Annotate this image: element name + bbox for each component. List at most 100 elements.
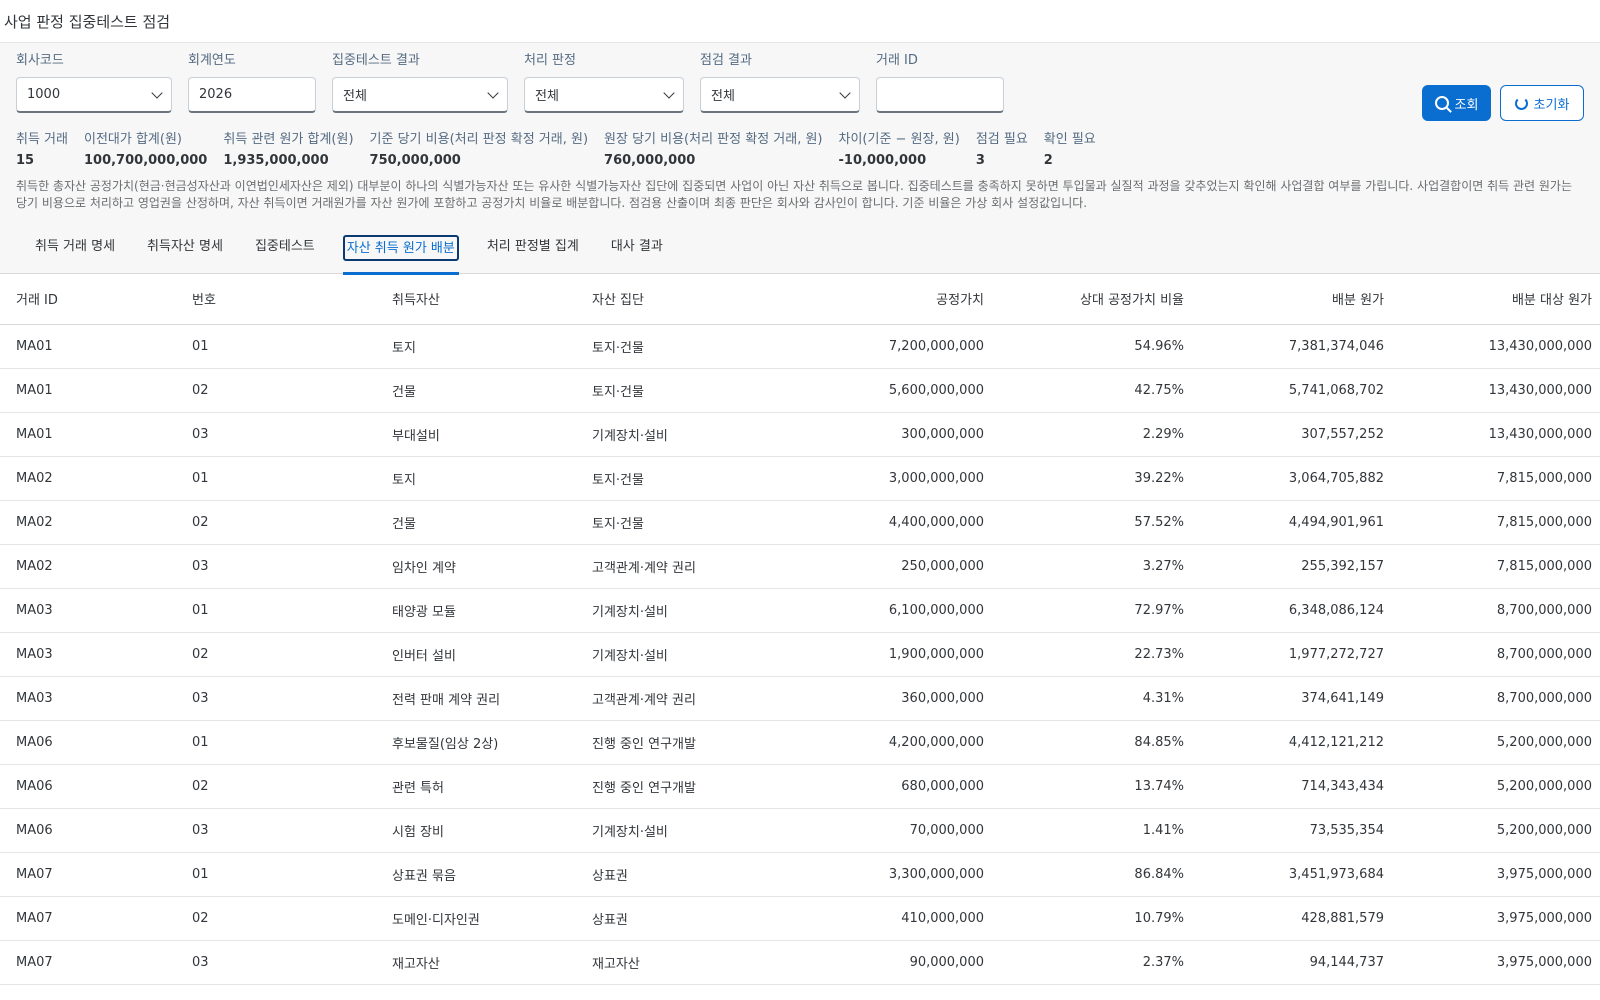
table-row[interactable]: MA07 01 상표권 묶음 상표권 3,300,000,000 86.84% 3,451,… [0,852,1600,897]
column-header[interactable]: 거래 ID [0,274,192,325]
table-row[interactable]: MA07 02 도메인·디자인권 상표권 410,000,000 10.79% 428,88… [0,896,1600,941]
transaction-id-input[interactable] [876,77,1004,113]
table-row[interactable]: MA01 02 건물 토지·건물 5,600,000,000 42.75% 5,741,06… [0,368,1600,413]
column-header[interactable]: 번호 [192,274,392,325]
column-header[interactable]: 배분 대상 원가 [1392,274,1600,325]
table-cell: 94,144,737 [1192,940,1392,985]
kpi-label: 확인 필요 [1043,132,1096,147]
table-cell: 03 [192,676,392,721]
table-row[interactable]: MA03 02 인버터 설비 기계장치·설비 1,900,000,000 22.73% 1,… [0,632,1600,677]
table-row[interactable]: MA02 02 건물 토지·건물 4,400,000,000 57.52% 4,494,90… [0,500,1600,545]
column-header[interactable]: 배분 원가 [1192,274,1392,325]
review-result-label: 점검 결과 [700,53,752,68]
table-row[interactable]: MA01 01 토지 토지·건물 7,200,000,000 54.96% 7,381,37… [0,324,1600,369]
table-row[interactable]: MA03 03 전력 판매 계약 권리 고객관계·계약 권리 360,000,000 4.… [0,676,1600,721]
search-button[interactable]: 조회 [1422,85,1491,121]
table-cell: 84.85% [992,720,1192,765]
fiscal-year-value: 2026 [199,87,233,102]
table-row[interactable]: MA06 03 시험 장비 기계장치·설비 70,000,000 1.41% 73,535,… [0,808,1600,853]
column-header[interactable]: 공정가치 [792,274,992,325]
table-cell: 255,392,157 [1192,544,1392,589]
table-cell: 03 [192,544,392,589]
table-row[interactable]: MA07 03 재고자산 재고자산 90,000,000 2.37% 94,144,737 3… [0,940,1600,985]
kpi-review-needed: 점검 필요 3 [976,125,1028,177]
table-cell: 03 [192,412,392,457]
tab-treatment-summary[interactable]: 처리 판정별 집계 [471,235,595,261]
treatment-select[interactable]: 전체 [524,77,684,113]
tab-bar: 취득 거래 명세 취득자산 명세 집중테스트 자산 취득 원가 배분 처리 판정… [0,222,1600,275]
company-code-select[interactable]: 1000 [16,77,172,113]
table-cell: 관련 특허 [392,764,592,809]
table-cell: 5,741,068,702 [1192,368,1392,413]
table-cell: 02 [192,368,392,413]
table-cell: 1,977,272,727 [1192,632,1392,677]
table-cell: 임차인 계약 [392,544,592,589]
company-code-value: 1000 [27,87,61,102]
table-cell: 3,064,705,882 [1192,456,1392,501]
guidance-note: 취득한 총자산 공정가치(현금·현금성자산과 이연법인세자산은 제외) 대부분이… [0,177,1600,222]
table-row[interactable]: MA01 03 부대설비 기계장치·설비 300,000,000 2.29% 307,557… [0,412,1600,457]
table-cell: 02 [192,632,392,677]
fiscal-year-label: 회계연도 [188,53,236,68]
tab-acquisition-transactions[interactable]: 취득 거래 명세 [19,235,131,261]
table-cell: 4,200,000,000 [792,720,992,765]
fiscal-year-input[interactable]: 2026 [188,77,316,113]
table-row[interactable]: MA02 01 토지 토지·건물 3,000,000,000 39.22% 3,064,70… [0,456,1600,501]
table-cell: 7,200,000,000 [792,324,992,369]
reset-button[interactable]: 초기화 [1500,85,1584,121]
kpi-value: 760,000,000 [604,153,696,168]
table-cell: MA07 [0,896,192,941]
table-cell: 7,381,374,046 [1192,324,1392,369]
column-header[interactable]: 자산 집단 [592,274,792,325]
tab-concentration-test[interactable]: 집중테스트 [239,235,331,261]
treatment-field: 처리 판정 전체 [524,51,684,113]
table-cell: 토지·건물 [592,500,792,545]
table-cell: MA01 [0,368,192,413]
table-cell: 410,000,000 [792,896,992,941]
table-cell: MA07 [0,940,192,985]
concentration-result-label: 집중테스트 결과 [332,53,420,68]
table-cell: 03 [192,940,392,985]
column-header[interactable]: 취득자산 [392,274,592,325]
table-cell: 7,815,000,000 [1392,500,1600,545]
table-cell: 72.97% [992,588,1192,633]
reset-icon [1514,96,1528,110]
kpi-confirmation-needed: 확인 필요 2 [1044,125,1096,177]
table-cell: 6,100,000,000 [792,588,992,633]
search-icon [1434,96,1449,110]
kpi-label: 취득 관련 원가 합계(원) [223,132,354,147]
table-cell: 13,430,000,000 [1392,368,1600,413]
table-cell: 건물 [392,368,592,413]
table-cell: 재고자산 [592,940,792,985]
table-cell: MA03 [0,588,192,633]
concentration-result-field: 집중테스트 결과 전체 [332,51,508,113]
table-cell: MA01 [0,324,192,369]
table-row[interactable]: MA02 03 임차인 계약 고객관계·계약 권리 250,000,000 3.27% 25… [0,544,1600,589]
kpi-label: 기준 당기 비용(처리 판정 확정 거래, 원) [369,132,589,147]
column-header[interactable]: 상대 공정가치 비율 [992,274,1192,325]
table-cell: 4.31% [992,676,1192,721]
table-cell: 4,400,000,000 [792,500,992,545]
table-cell: 57.52% [992,500,1192,545]
chevron-down-icon [487,86,499,99]
table-cell: 73,535,354 [1192,808,1392,853]
table-row[interactable]: MA03 01 태양광 모듈 기계장치·설비 6,100,000,000 72.97% 6,… [0,588,1600,633]
table-cell: 시험 장비 [392,808,592,853]
kpi-value: 100,700,000,000 [83,153,208,168]
tab-acquired-assets[interactable]: 취득자산 명세 [131,235,239,261]
table-cell: 90,000,000 [792,940,992,985]
kpi-label: 취득 거래 [16,132,68,147]
table-cell: 39.22% [992,456,1192,501]
table-cell: 상표권 [592,852,792,897]
table-cell: MA02 [0,500,192,545]
concentration-result-select[interactable]: 전체 [332,77,508,113]
table-row[interactable]: MA06 02 관련 특허 진행 중인 연구개발 680,000,000 13.74% 71… [0,764,1600,809]
table-cell: 3,975,000,000 [1392,940,1600,985]
tab-reconciliation[interactable]: 대사 결과 [595,235,679,261]
tab-cost-allocation[interactable]: 자산 취득 원가 배분 [342,234,459,275]
review-result-select[interactable]: 전체 [700,77,860,113]
page-title: 사업 판정 집중테스트 점검 [4,12,171,31]
table-cell: 도메인·디자인권 [392,896,592,941]
table-cell: 고객관계·계약 권리 [592,544,792,589]
table-row[interactable]: MA06 01 후보물질(임상 2상) 진행 중인 연구개발 4,200,000,000… [0,720,1600,765]
